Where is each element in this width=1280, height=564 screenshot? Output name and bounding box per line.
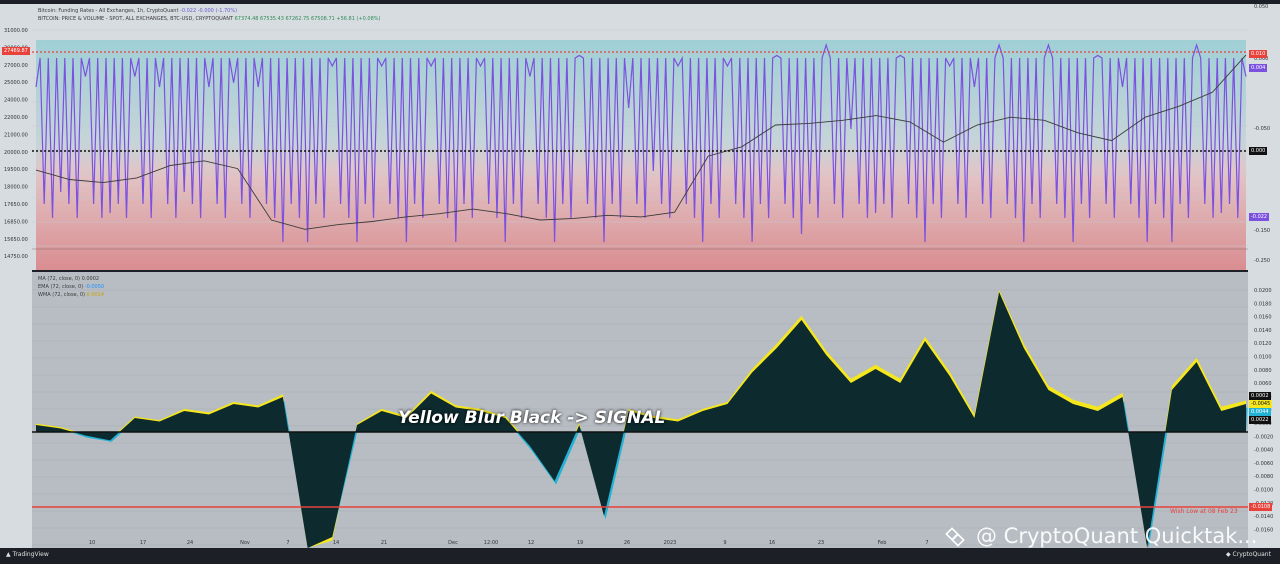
y-tick-right-bottom: 0.0060 bbox=[1254, 381, 1272, 387]
chart-svg: 31000.0029000.0027000.0025000.0024000.00… bbox=[0, 4, 1280, 564]
legend-line1: Bitcoin: Funding Rates - All Exchanges, … bbox=[38, 8, 237, 14]
y-tick-left: 19500.00 bbox=[4, 167, 28, 173]
y-tick-left: 14750.00 bbox=[4, 254, 28, 260]
y-tick-left: 17650.00 bbox=[4, 202, 28, 208]
y-tick-right-bottom: -0.0140 bbox=[1254, 514, 1273, 520]
x-tick: 24 bbox=[187, 540, 193, 546]
y-tick-right: 0.050 bbox=[1254, 4, 1268, 10]
tag-right-red: 0.010 bbox=[1249, 50, 1268, 58]
legend-ma-label: MA (72, close, 0) bbox=[38, 276, 81, 282]
x-tick: 16 bbox=[769, 540, 775, 546]
y-tick-right-bottom: -0.0040 bbox=[1254, 448, 1273, 454]
y-tick-right: -0.150 bbox=[1254, 228, 1270, 234]
cryptoquant-logo-icon bbox=[945, 527, 965, 547]
x-tick: 9 bbox=[723, 540, 726, 546]
chart-frame: 31000.0029000.0027000.0025000.0024000.00… bbox=[0, 0, 1280, 564]
y-tick-left: 31000.00 bbox=[4, 28, 28, 34]
tag-left-price: 27469.87 bbox=[2, 47, 30, 55]
y-tick-right-bottom: 0.0120 bbox=[1254, 341, 1272, 347]
y-tick-left: 22000.00 bbox=[4, 115, 28, 121]
legend-price-label: BITCOIN: PRICE & VOLUME - SPOT, ALL EXCH… bbox=[38, 16, 234, 22]
cryptoquant-footer-label: CryptoQuant bbox=[1232, 551, 1271, 558]
tag-right-purple: 0.004 bbox=[1249, 64, 1268, 72]
tag-right-bottom-red: -0.0108 bbox=[1249, 503, 1273, 511]
y-tick-right-bottom: 0.0100 bbox=[1254, 355, 1272, 361]
tag-b4: 0.0022 bbox=[1249, 416, 1271, 424]
legend-ma: MA (72, close, 0) 0.0002 bbox=[38, 276, 99, 282]
y-tick-right-bottom: 0.0180 bbox=[1254, 301, 1272, 307]
y-tick-right-bottom: -0.0080 bbox=[1254, 474, 1273, 480]
legend-price-values: 67374.48 67535.43 67262.75 67508.71 +56.… bbox=[234, 16, 381, 22]
y-tick-right: -0.050 bbox=[1254, 126, 1270, 132]
x-tick: Dec bbox=[448, 540, 458, 546]
tag-right-black: 0.000 bbox=[1249, 147, 1268, 155]
y-tick-left: 25000.00 bbox=[4, 80, 28, 86]
legend-ma-value: 0.0002 bbox=[81, 276, 100, 282]
legend-wma-label: WMA (72, close, 0) bbox=[38, 292, 85, 298]
x-tick: 7 bbox=[286, 540, 289, 546]
y-tick-right-bottom: -0.0060 bbox=[1254, 461, 1273, 467]
x-tick: 2023 bbox=[664, 540, 677, 546]
x-tick: 17 bbox=[140, 540, 146, 546]
y-tick-right-bottom: -0.0020 bbox=[1254, 434, 1273, 440]
y-tick-left: 18000.00 bbox=[4, 185, 28, 191]
x-tick: Feb bbox=[878, 540, 887, 546]
legend-wma: WMA (72, close, 0) 0.0014 bbox=[38, 292, 104, 298]
signal-annotation: Yellow Blur Black -> SIGNAL bbox=[398, 408, 666, 428]
x-tick: 10 bbox=[89, 540, 95, 546]
legend-ema-value: -0.0050 bbox=[84, 284, 105, 290]
y-tick-right-bottom: -0.0100 bbox=[1254, 488, 1273, 494]
y-tick-right: -0.250 bbox=[1254, 258, 1270, 264]
y-tick-right-bottom: 0.0160 bbox=[1254, 315, 1272, 321]
tag-b1: 0.0002 bbox=[1249, 392, 1271, 400]
y-tick-left: 27000.00 bbox=[4, 63, 28, 69]
x-tick: 19 bbox=[577, 540, 583, 546]
legend-line2: BITCOIN: PRICE & VOLUME - SPOT, ALL EXCH… bbox=[38, 16, 380, 22]
x-tick: 26 bbox=[624, 540, 630, 546]
low-label: Wish Low at 08 Feb 23 bbox=[1170, 508, 1238, 515]
tag-b3: 0.0044 bbox=[1249, 408, 1271, 416]
footer-bar bbox=[0, 548, 1280, 564]
legend-funding-label: Bitcoin: Funding Rates - All Exchanges, … bbox=[38, 8, 179, 14]
y-tick-right-bottom: 0.0080 bbox=[1254, 368, 1272, 374]
legend-ema: EMA (72, close, 0) -0.0050 bbox=[38, 284, 104, 290]
cryptoquant-footer[interactable]: ◆ CryptoQuant bbox=[1226, 551, 1271, 558]
y-tick-left: 21000.00 bbox=[4, 132, 28, 138]
y-tick-right-bottom: 0.0200 bbox=[1254, 288, 1272, 294]
x-tick: Nov bbox=[240, 540, 250, 546]
watermark: @ CryptoQuant Quicktak... bbox=[976, 524, 1258, 548]
x-tick: 12 bbox=[528, 540, 534, 546]
tag-right-purple2: -0.022 bbox=[1249, 213, 1270, 221]
x-tick: 23 bbox=[818, 540, 824, 546]
tradingview-label: TradingView bbox=[12, 551, 49, 558]
y-tick-left: 20000.00 bbox=[4, 150, 28, 156]
legend-wma-value: 0.0014 bbox=[86, 292, 105, 298]
tag-b2: -0.0045 bbox=[1249, 400, 1273, 408]
x-tick: 7 bbox=[925, 540, 928, 546]
y-tick-right-bottom: 0.0140 bbox=[1254, 328, 1272, 334]
legend-funding-values: -0.022 -0.000 (-1.70%) bbox=[180, 8, 238, 14]
x-tick: 21 bbox=[381, 540, 387, 546]
y-tick-left: 24000.00 bbox=[4, 98, 28, 104]
x-tick: 12:00 bbox=[484, 540, 498, 546]
y-tick-left: 15650.00 bbox=[4, 237, 28, 243]
x-tick: 14 bbox=[333, 540, 339, 546]
tradingview-logo[interactable]: ▲ TradingView bbox=[6, 551, 49, 558]
legend-ema-label: EMA (72, close, 0) bbox=[38, 284, 84, 290]
y-tick-left: 16850.00 bbox=[4, 219, 28, 225]
